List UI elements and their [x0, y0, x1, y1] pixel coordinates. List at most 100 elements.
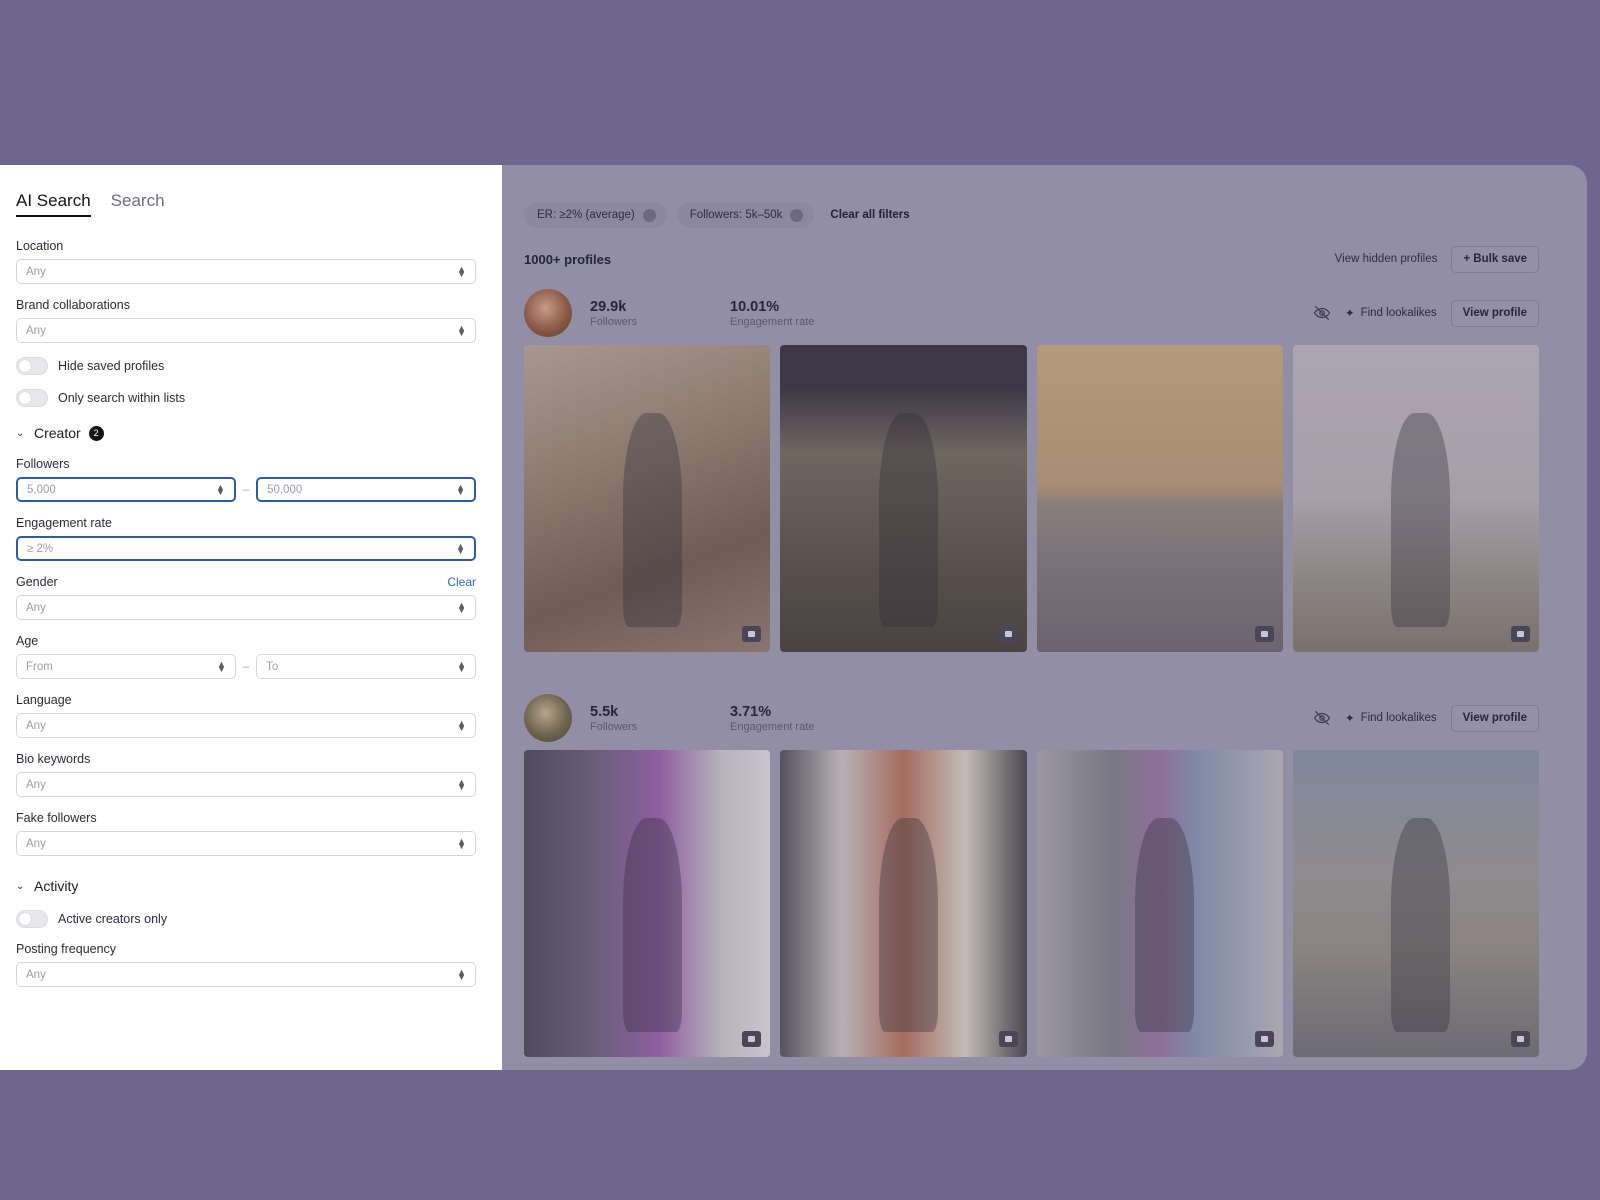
updown-icon: ▲ ▼ — [457, 263, 466, 279]
eye-off-icon[interactable] — [1313, 709, 1331, 727]
eye-off-icon[interactable] — [1313, 304, 1331, 322]
view-profile-button[interactable]: View profile — [1450, 704, 1539, 732]
post-thumbnail[interactable] — [1036, 750, 1283, 1057]
filter-chip-label: Followers: 5k–50k — [689, 209, 783, 221]
only-lists-row: Only search within lists — [16, 389, 476, 407]
updown-icon: ▲ ▼ — [457, 966, 466, 982]
only-lists-toggle[interactable] — [16, 389, 48, 407]
updown-icon: ▲ ▼ — [456, 481, 465, 497]
profile-card: 29.9k Followers 10.01% Engagement rate ✦… — [524, 288, 1539, 652]
language-filter: Language Any ▲ ▼ — [16, 693, 476, 738]
brand-collabs-select[interactable]: Any ▲ ▼ — [16, 318, 476, 343]
remove-filter-icon[interactable] — [642, 208, 656, 222]
post-thumbnail[interactable] — [1036, 345, 1283, 652]
active-filter-chips: ER: ≥2% (average) Followers: 5k–50k Clea… — [524, 201, 1539, 229]
location-filter: Location Any ▲ ▼ — [16, 239, 476, 284]
chevron-down-icon: ⌄ — [16, 880, 25, 892]
age-from-value: From — [26, 660, 53, 673]
app-window: AI Search Search Location Any ▲ ▼ Brand c… — [0, 165, 1587, 1070]
bio-keywords-value: Any — [26, 778, 46, 791]
find-lookalikes-button[interactable]: ✦ Find lookalikes — [1345, 711, 1437, 725]
posting-frequency-value: Any — [26, 968, 46, 981]
engagement-label: Engagement rate — [730, 315, 815, 328]
gender-value: Any — [26, 601, 46, 614]
brand-collabs-label: Brand collaborations — [16, 298, 130, 312]
activity-section-header[interactable]: ⌄ Activity — [16, 878, 476, 894]
activity-section-title: Activity — [34, 878, 79, 894]
post-thumbnail[interactable] — [780, 345, 1027, 652]
post-thumbnail[interactable] — [1292, 345, 1539, 652]
followers-label: Followers — [590, 315, 638, 328]
view-hidden-profiles-link[interactable]: View hidden profiles — [1335, 253, 1438, 265]
engagement-select[interactable]: ≥ 2% ▲ ▼ — [16, 536, 476, 561]
filter-chip-label: ER: ≥2% (average) — [537, 209, 635, 221]
brand-collabs-filter: Brand collaborations Any ▲ ▼ — [16, 298, 476, 343]
gender-filter: Gender Clear Any ▲ ▼ — [16, 575, 476, 620]
results-count: 1000+ profiles — [524, 251, 612, 267]
creator-section-header[interactable]: ⌄ Creator 2 — [16, 425, 476, 441]
engagement-value: 10.01% — [730, 298, 780, 315]
video-icon — [1511, 1031, 1530, 1047]
view-profile-button[interactable]: View profile — [1450, 299, 1539, 327]
bio-keywords-label: Bio keywords — [16, 752, 91, 766]
fake-followers-label: Fake followers — [16, 811, 97, 825]
filter-chip[interactable]: Followers: 5k–50k — [676, 202, 815, 228]
post-thumbnail[interactable] — [524, 750, 771, 1057]
tab-ai-search[interactable]: AI Search — [16, 191, 91, 217]
location-value: Any — [26, 265, 46, 278]
updown-icon: ▲ ▼ — [457, 658, 466, 674]
post-grid — [524, 750, 1539, 1057]
age-to-value: To — [266, 660, 279, 673]
age-from-select[interactable]: From ▲ ▼ — [16, 654, 236, 679]
video-icon — [1254, 626, 1274, 642]
bio-keywords-select[interactable]: Any ▲ ▼ — [16, 772, 476, 797]
video-icon — [742, 626, 762, 642]
clear-all-filters-link[interactable]: Clear all filters — [830, 209, 909, 221]
fake-followers-filter: Fake followers Any ▲ ▼ — [16, 811, 476, 856]
location-select[interactable]: Any ▲ ▼ — [16, 259, 476, 284]
followers-min-input[interactable]: 5,000 ▲ ▼ — [16, 477, 236, 502]
posting-frequency-label: Posting frequency — [16, 942, 117, 956]
hide-saved-row: Hide saved profiles — [16, 357, 476, 375]
filter-chip[interactable]: ER: ≥2% (average) — [524, 202, 667, 228]
tab-search[interactable]: Search — [111, 191, 165, 217]
updown-icon: ▲ ▼ — [457, 776, 466, 792]
avatar[interactable] — [524, 694, 572, 742]
posting-frequency-select[interactable]: Any ▲ ▼ — [16, 962, 476, 987]
post-thumbnail[interactable] — [524, 345, 771, 652]
engagement-value: 3.71% — [730, 703, 772, 720]
followers-max-input[interactable]: 50,000 ▲ ▼ — [256, 477, 476, 502]
bulk-save-button[interactable]: + Bulk save — [1451, 245, 1539, 273]
post-thumbnail[interactable] — [1292, 750, 1539, 1057]
results-toolbar: 1000+ profiles View hidden profiles + Bu… — [524, 245, 1539, 273]
followers-value: 29.9k — [590, 298, 627, 315]
video-icon — [998, 1031, 1018, 1047]
fake-followers-select[interactable]: Any ▲ ▼ — [16, 831, 476, 856]
engagement-value: ≥ 2% — [27, 542, 54, 555]
followers-stat: 29.9k Followers — [590, 299, 710, 328]
hide-saved-toggle[interactable] — [16, 357, 48, 375]
post-thumbnail[interactable] — [780, 750, 1027, 1057]
creator-section-title: Creator — [34, 425, 81, 441]
age-filter: Age From ▲ ▼ – To ▲ ▼ — [16, 634, 476, 679]
find-lookalikes-label: Find lookalikes — [1360, 712, 1437, 724]
gender-clear-link[interactable]: Clear — [447, 575, 476, 589]
only-lists-label: Only search within lists — [58, 391, 186, 405]
updown-icon: ▲ ▼ — [457, 599, 466, 615]
avatar[interactable] — [524, 289, 572, 337]
video-icon — [1254, 1031, 1274, 1047]
age-to-select[interactable]: To ▲ ▼ — [256, 654, 476, 679]
gender-select[interactable]: Any ▲ ▼ — [16, 595, 476, 620]
chevron-down-icon: ⌄ — [16, 427, 25, 439]
active-creators-toggle[interactable] — [16, 910, 48, 928]
updown-icon: ▲ ▼ — [457, 322, 466, 338]
video-icon — [998, 626, 1018, 642]
language-select[interactable]: Any ▲ ▼ — [16, 713, 476, 738]
sparkle-icon: ✦ — [1344, 713, 1355, 725]
followers-label: Followers — [590, 720, 638, 733]
followers-stat: 5.5k Followers — [590, 704, 710, 733]
engagement-filter: Engagement rate ≥ 2% ▲ ▼ — [16, 516, 476, 561]
video-icon — [742, 1031, 762, 1047]
find-lookalikes-button[interactable]: ✦ Find lookalikes — [1345, 306, 1437, 320]
remove-filter-icon[interactable] — [790, 208, 804, 222]
